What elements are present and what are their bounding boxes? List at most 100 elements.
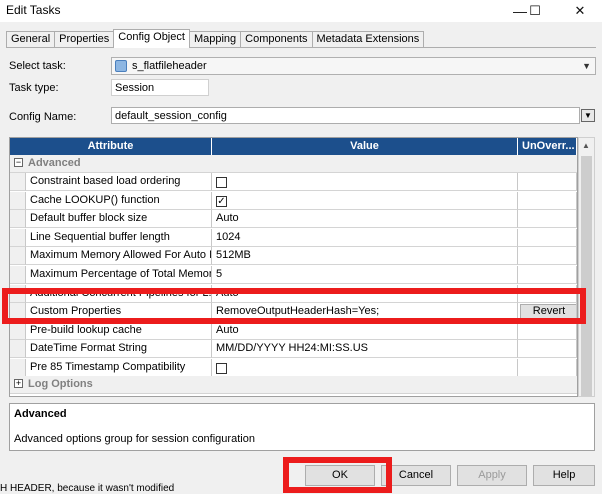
checkbox[interactable] [216, 177, 227, 188]
value-cell[interactable]: 512MB [212, 247, 518, 266]
tab-metadata-extensions[interactable]: Metadata Extensions [311, 31, 425, 48]
task-type-field: Session [111, 79, 209, 96]
attribute-cell[interactable]: Pre-build lookup cache [26, 321, 212, 340]
attribute-cell[interactable]: Maximum Memory Allowed For Auto M... [26, 247, 212, 266]
checkbox[interactable] [216, 363, 227, 374]
unoverride-cell [518, 340, 577, 359]
unoverride-cell [518, 359, 577, 377]
group-advanced-row[interactable]: Advanced − [10, 155, 577, 173]
unoverride-cell [518, 210, 577, 229]
row-gutter [10, 173, 26, 191]
row-gutter [10, 191, 26, 210]
scrollbar-thumb[interactable] [581, 156, 592, 396]
table-row[interactable]: Pre 85 Timestamp Compatibility [10, 359, 577, 377]
attribute-cell[interactable]: Line Sequential buffer length [26, 228, 212, 247]
config-name-label: Config Name: [9, 111, 77, 123]
edit-tasks-dialog: Edit Tasks — ☐ ✕ General Properties Conf… [0, 0, 602, 494]
table-row[interactable]: Default buffer block size Auto [10, 210, 577, 229]
group-log-options-row[interactable]: Log Options + [10, 376, 577, 394]
row-gutter [10, 303, 26, 322]
value-cell[interactable]: Auto [212, 210, 518, 229]
ok-button[interactable]: OK [305, 465, 375, 486]
value-cell[interactable]: 1024 [212, 228, 518, 247]
unoverride-cell [518, 284, 577, 303]
unoverride-cell [518, 266, 577, 284]
table-row[interactable]: Line Sequential buffer length 1024 [10, 228, 577, 247]
config-name-field[interactable]: default_session_config [111, 107, 580, 124]
unoverride-cell [518, 247, 577, 266]
description-text: Advanced options group for session confi… [14, 433, 255, 445]
table-row[interactable]: Pre-build lookup cache Auto [10, 321, 577, 340]
checked-checkbox[interactable]: ✓ [216, 195, 227, 207]
table-row[interactable]: Cache LOOKUP() function ✓ [10, 191, 577, 210]
unoverride-cell [518, 228, 577, 247]
attribute-column-header[interactable]: Attribute [10, 138, 212, 155]
group-advanced-label: Advanced [10, 155, 577, 173]
value-cell[interactable] [212, 173, 518, 191]
select-task-value: s_flatfileheader [132, 60, 207, 72]
session-task-icon [115, 60, 127, 72]
cancel-button[interactable]: Cancel [381, 465, 451, 486]
value-cell[interactable]: MM/DD/YYYY HH24:MI:SS.US [212, 340, 518, 359]
apply-button[interactable]: Apply [457, 465, 527, 486]
attribute-cell[interactable]: Maximum Percentage of Total Memory... [26, 266, 212, 284]
row-gutter [10, 247, 26, 266]
tab-mapping[interactable]: Mapping [188, 31, 242, 48]
close-icon[interactable]: ✕ [565, 0, 595, 22]
scroll-up-icon[interactable]: ▲ [582, 141, 590, 150]
revert-button[interactable]: Revert [520, 304, 576, 320]
window-title: Edit Tasks [6, 3, 61, 17]
tab-config-object[interactable]: Config Object [113, 29, 190, 48]
attribute-cell[interactable]: Pre 85 Timestamp Compatibility [26, 359, 212, 377]
select-task-label: Select task: [9, 60, 66, 72]
attribute-cell[interactable]: Default buffer block size [26, 210, 212, 229]
attribute-cell[interactable]: Constraint based load ordering [26, 173, 212, 191]
description-panel: Advanced Advanced options group for sess… [9, 403, 595, 451]
unoverride-cell [518, 191, 577, 210]
group-log-options-label: Log Options [10, 376, 577, 394]
value-cell[interactable]: Auto [212, 284, 518, 303]
collapse-icon[interactable]: − [14, 158, 23, 167]
row-gutter [10, 321, 26, 340]
table-row[interactable]: Maximum Memory Allowed For Auto M... 512M… [10, 247, 577, 266]
task-type-label: Task type: [9, 82, 59, 94]
browse-config-button[interactable]: ▼ [581, 109, 595, 122]
maximize-icon[interactable]: ☐ [520, 0, 550, 22]
unoverride-cell [518, 173, 577, 191]
table-row[interactable]: Constraint based load ordering [10, 173, 577, 191]
select-task-dropdown[interactable]: s_flatfileheader ▼ [111, 57, 596, 75]
value-cell[interactable]: ✓ [212, 191, 518, 210]
unoverride-cell: Revert [518, 303, 577, 322]
attribute-grid: Attribute Value UnOverr... Advanced − Co… [9, 137, 578, 397]
status-text: H HEADER, because it wasn't modified [0, 483, 175, 494]
description-title: Advanced [14, 408, 67, 420]
row-gutter [10, 210, 26, 229]
expand-icon[interactable]: + [14, 379, 23, 388]
unoverride-cell [518, 321, 577, 340]
tab-properties[interactable]: Properties [54, 31, 115, 48]
attribute-cell[interactable]: DateTime Format String [26, 340, 212, 359]
value-cell[interactable]: Auto [212, 321, 518, 340]
attribute-cell[interactable]: Custom Properties [26, 303, 212, 322]
table-row[interactable]: Additional Concurrent Pipelines for L...… [10, 284, 577, 303]
value-cell[interactable]: 5 [212, 266, 518, 284]
grid-scrollbar[interactable]: ▲ [578, 137, 595, 397]
table-row[interactable]: Custom Properties RemoveOutputHeaderHash=… [10, 303, 577, 322]
tab-general[interactable]: General [6, 31, 56, 48]
tab-divider [6, 47, 596, 48]
table-row[interactable]: DateTime Format String MM/DD/YYYY HH24:MI… [10, 340, 577, 359]
unoverride-column-header[interactable]: UnOverr... [518, 138, 577, 155]
tab-bar: General Properties Config Object Mapping… [6, 29, 425, 48]
value-cell[interactable] [212, 359, 518, 377]
row-gutter [10, 266, 26, 284]
value-column-header[interactable]: Value [212, 138, 518, 155]
tab-components[interactable]: Components [240, 31, 313, 48]
value-cell[interactable]: RemoveOutputHeaderHash=Yes; [212, 303, 518, 322]
attribute-cell[interactable]: Cache LOOKUP() function [26, 191, 212, 210]
table-row[interactable]: Maximum Percentage of Total Memory... 5 [10, 266, 577, 284]
title-bar: Edit Tasks — ☐ ✕ [0, 0, 602, 22]
attribute-cell[interactable]: Additional Concurrent Pipelines for L... [26, 284, 212, 303]
help-button[interactable]: Help [533, 465, 595, 486]
chevron-down-icon: ▼ [582, 61, 591, 71]
row-gutter [10, 284, 26, 303]
